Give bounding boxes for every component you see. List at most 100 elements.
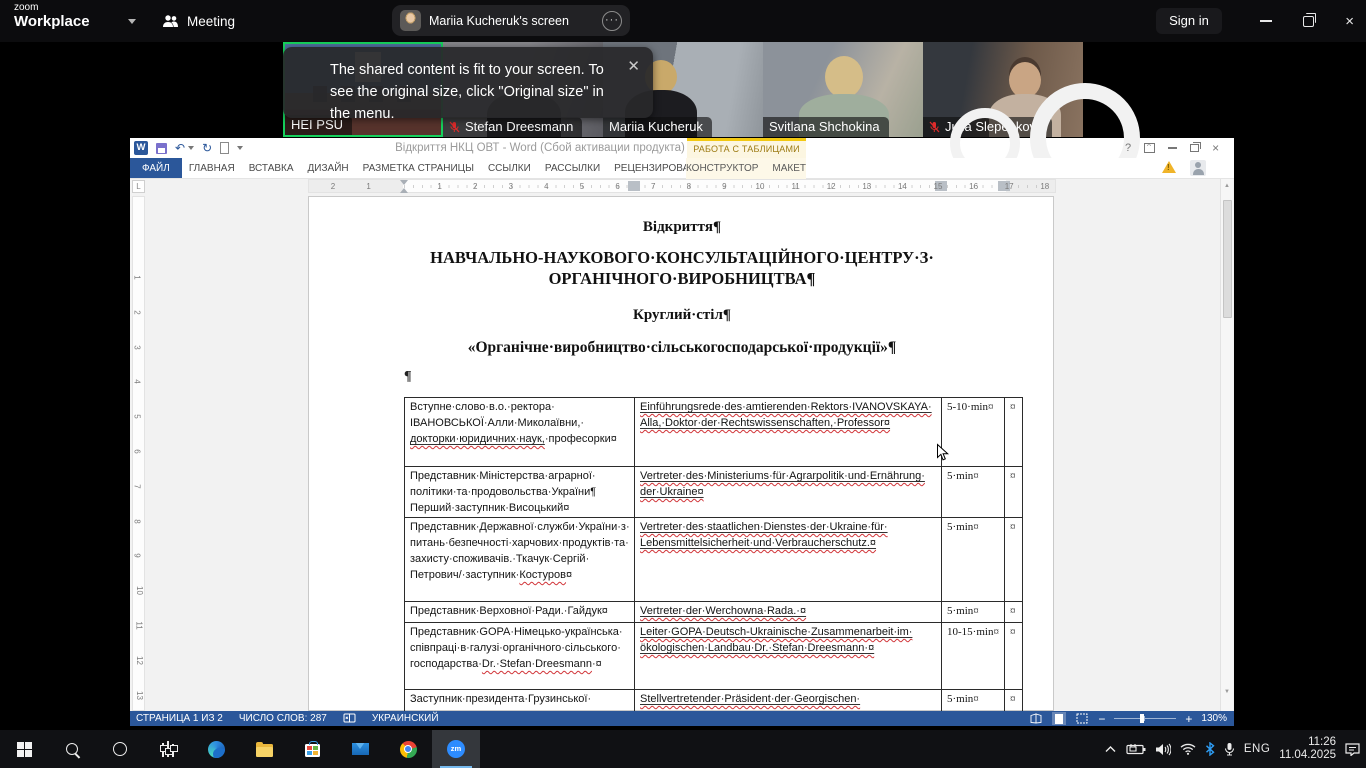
close-icon[interactable]: ×	[1345, 14, 1354, 29]
customize-qat-icon[interactable]	[237, 146, 243, 150]
ribbon-tab-2[interactable]: ГЛАВНАЯ	[182, 158, 242, 178]
ruler-number: 3	[509, 182, 513, 191]
cell-ukrainian[interactable]: Представник·​Державної·​служби·​України·…	[405, 518, 635, 602]
cell-german[interactable]: Stellvertretender·​Präsident·​der·​Georg…	[635, 690, 942, 712]
close-notification-icon[interactable]: ✕	[627, 57, 640, 75]
mail-button[interactable]	[336, 730, 384, 768]
file-explorer-button[interactable]	[240, 730, 288, 768]
cell-ukrainian[interactable]: Представник·​Міністерства·​аграрної·​пол…	[405, 467, 635, 518]
column-marker[interactable]	[628, 181, 640, 191]
restore-icon[interactable]	[1303, 16, 1314, 27]
bluetooth-icon[interactable]	[1205, 742, 1215, 756]
word-minimize-icon[interactable]	[1168, 147, 1177, 149]
cell-ukrainian[interactable]: Вступне·​слово·​в.о.·​ректора·​ІВАНОВСЬК…	[405, 398, 635, 467]
ribbon-tab-6[interactable]: ССЫЛКИ	[481, 158, 538, 178]
sign-in-button[interactable]: Sign in	[1156, 8, 1222, 34]
ribbon-tab-3[interactable]: ВСТАВКА	[242, 158, 301, 178]
cortana-button[interactable]	[96, 730, 144, 768]
redo-icon[interactable]: ↻	[202, 142, 212, 154]
ribbon-tab-7[interactable]: РАССЫЛКИ	[538, 158, 607, 178]
read-mode-icon[interactable]	[1029, 712, 1043, 725]
cell-german[interactable]: Einführungsrede·​des·​amtierenden·​Rekto…	[635, 398, 942, 467]
doc-table[interactable]: Вступне·​слово·​в.о.·​ректора·​ІВАНОВСЬК…	[404, 397, 1023, 711]
zoom-in-icon[interactable]: +	[1185, 713, 1192, 725]
chevron-down-icon[interactable]	[128, 19, 136, 24]
contextual-tab-1[interactable]: КОНСТРУКТОР	[679, 158, 765, 179]
undo-dropdown-icon[interactable]	[188, 146, 194, 150]
participant-name: Svitlana Shchokina	[769, 119, 880, 134]
wifi-icon[interactable]	[1180, 743, 1196, 755]
print-layout-icon[interactable]	[1052, 712, 1066, 725]
cell-german[interactable]: Vertreter·​der·​Werchowna·​Rada.·​¤	[635, 602, 942, 623]
scrollbar-thumb[interactable]	[1223, 200, 1232, 318]
new-document-icon[interactable]	[220, 142, 229, 154]
cell-duration[interactable]: 5·​min¤	[942, 602, 1005, 623]
store-button[interactable]	[288, 730, 336, 768]
warning-icon[interactable]	[1162, 161, 1176, 173]
vertical-ruler[interactable]: 12345678910111213	[132, 196, 145, 711]
zoom-slider[interactable]	[1114, 718, 1176, 719]
speaker-icon[interactable]	[1155, 743, 1171, 756]
tab-meeting[interactable]: Meeting	[162, 0, 235, 42]
save-icon[interactable]	[156, 143, 167, 154]
language-tray[interactable]: ENG	[1244, 743, 1270, 755]
shared-screen-pill[interactable]: Mariia Kucheruk's screen ···	[392, 5, 630, 36]
ruler-number: 4	[133, 380, 142, 384]
cell-german[interactable]: Vertreter·​des·​staatlichen·​Dienstes·​d…	[635, 518, 942, 602]
cell-german[interactable]: Vertreter·​des·​Ministeriums·​für·​Agrar…	[635, 467, 942, 518]
minimize-icon[interactable]	[1260, 20, 1272, 22]
user-profile-icon[interactable]	[1190, 160, 1206, 176]
ruler-number: 9	[133, 554, 142, 558]
zoom-level[interactable]: 130%	[1201, 713, 1227, 724]
indent-marker[interactable]	[400, 180, 409, 193]
language-indicator[interactable]: УКРАИНСКИЙ	[372, 713, 439, 724]
chrome-button[interactable]	[384, 730, 432, 768]
cell-ukrainian[interactable]: Заступник·​президента·​Грузинської·​	[405, 690, 635, 712]
tab-stop-selector[interactable]: L	[132, 180, 145, 193]
ribbon-display-options-icon[interactable]	[1144, 143, 1155, 153]
search-button[interactable]	[48, 730, 96, 768]
scroll-down-icon[interactable]: ▼	[1222, 687, 1232, 697]
store-icon	[305, 744, 320, 757]
word-close-icon[interactable]: ×	[1212, 142, 1219, 154]
ribbon-tab-4[interactable]: ДИЗАЙН	[301, 158, 356, 178]
word-count[interactable]: ЧИСЛО СЛОВ: 287	[239, 713, 327, 724]
action-center-icon[interactable]	[1345, 743, 1360, 756]
ribbon-tab-1[interactable]: ФАЙЛ	[130, 158, 182, 178]
microphone-icon[interactable]	[1224, 742, 1235, 756]
cell-duration[interactable]: 5-10·​min¤	[942, 398, 1005, 467]
clock[interactable]: 11:26 11.04.2025	[1279, 736, 1336, 762]
vertical-scrollbar[interactable]: ▲ ▼	[1220, 179, 1233, 711]
undo-icon[interactable]: ↶	[175, 142, 185, 154]
proofing-error-icon[interactable]	[343, 713, 356, 724]
document-page[interactable]: Відкриття¶ НАВЧАЛЬНО-НАУКОВОГО·​КОНСУЛЬТ…	[308, 196, 1054, 711]
cell-duration[interactable]: 10-15·​min¤	[942, 623, 1005, 690]
edge-button[interactable]	[192, 730, 240, 768]
tray-chevron-icon[interactable]	[1104, 744, 1117, 754]
page-indicator[interactable]: СТРАНИЦА 1 ИЗ 2	[136, 713, 223, 724]
word-restore-icon[interactable]	[1190, 144, 1199, 152]
horizontal-ruler[interactable]: 21123456789101112131415161718	[308, 179, 1056, 193]
cell-ukrainian[interactable]: Представник·​GOPA·​Німецько-українська·​…	[405, 623, 635, 690]
cell-duration[interactable]: 5·​min¤	[942, 518, 1005, 602]
task-view-button[interactable]	[144, 730, 192, 768]
zoom-slider-thumb[interactable]	[1140, 714, 1144, 723]
start-button[interactable]	[0, 730, 48, 768]
participant-video[interactable]: Svitlana Shchokina	[763, 42, 923, 137]
contextual-tab-2[interactable]: МАКЕТ	[765, 158, 813, 179]
cell-duration[interactable]: 5·​min¤	[942, 690, 1005, 712]
zoom-out-icon[interactable]: −	[1098, 713, 1105, 725]
word-logo-icon[interactable]: W	[134, 141, 148, 155]
ribbon-tab-5[interactable]: РАЗМЕТКА СТРАНИЦЫ	[356, 158, 481, 178]
more-options-icon[interactable]: ···	[602, 11, 622, 31]
battery-icon[interactable]	[1126, 743, 1146, 755]
help-icon[interactable]: ?	[1125, 142, 1131, 154]
ruler-number: 5	[133, 414, 142, 418]
scroll-up-icon[interactable]: ▲	[1222, 181, 1232, 191]
cell-german[interactable]: Leiter·​GOPA·​Deutsch-Ukrainische·​Zusam…	[635, 623, 942, 690]
word-title-bar: W ↶ ↻ Відкриття НКЦ ОВТ - Word (Сбой акт…	[130, 138, 1234, 158]
web-layout-icon[interactable]	[1075, 712, 1089, 725]
zoom-app-button[interactable]: zm	[432, 730, 480, 768]
cell-ukrainian[interactable]: Представник·​Верховної·​Ради.·​Гайдук¤	[405, 602, 635, 623]
cell-duration[interactable]: 5·​min¤	[942, 467, 1005, 518]
